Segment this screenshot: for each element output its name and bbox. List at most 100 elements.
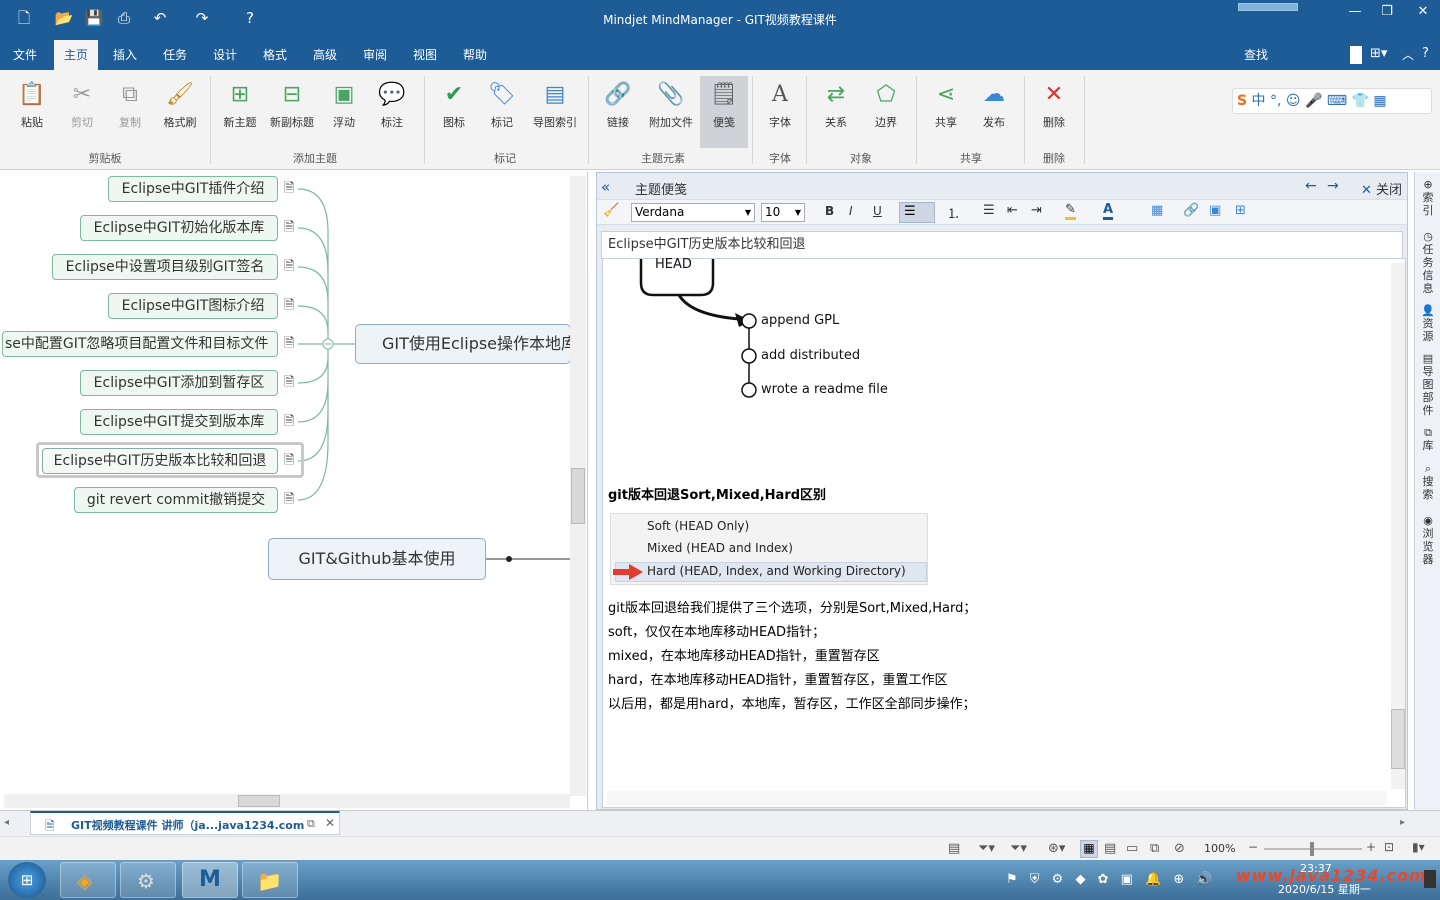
image-icon[interactable]: ▣ xyxy=(1209,203,1221,218)
taskbar-mindmanager-icon[interactable]: M xyxy=(182,862,238,898)
new-topic-button[interactable]: ⊞ 新主题 xyxy=(216,76,264,148)
font-button[interactable]: A 字体 xyxy=(756,76,804,148)
map-index-button[interactable]: ▤ 导图索引 xyxy=(528,76,582,148)
note-indicator-icon[interactable]: 🗎 xyxy=(284,182,298,196)
subtopic-node[interactable]: Eclipse中GIT添加到暂存区 xyxy=(80,370,278,396)
mindmap-canvas[interactable]: Eclipse中GIT插件介绍 Eclipse中GIT初始化版本库 Eclips… xyxy=(0,172,588,810)
taskbar-explorer-icon[interactable]: 📁 xyxy=(242,862,298,898)
restore-icon[interactable]: ❐ xyxy=(1372,4,1402,19)
system-tray-icons[interactable]: ⚑ ⛨ ⚙ ◆ ✿ ▣ 🔔 ⊕ 🔊 xyxy=(1006,872,1217,887)
note-indicator-icon[interactable]: 🗎 xyxy=(284,493,298,507)
format-painter-button[interactable]: 🖌 格式刷 xyxy=(156,76,204,148)
note-indicator-icon[interactable]: 🗎 xyxy=(284,260,298,274)
vertical-scrollbar[interactable] xyxy=(570,176,586,796)
document-tab[interactable]: 🗎 GIT视频教程课件 讲师（ja...java1234.com ⧉ ✕ xyxy=(30,811,340,835)
tab-review[interactable]: 审阅 xyxy=(354,40,396,70)
outline-view-icon[interactable]: ▤ xyxy=(948,841,960,856)
attach-icon[interactable]: ⊘ xyxy=(1174,841,1185,856)
close-notes-button[interactable]: ✕ 关闭 xyxy=(1361,179,1402,198)
tags-button[interactable]: 🏷 标记 xyxy=(478,76,526,148)
sidebar-item-search[interactable]: ⌕ 搜索 xyxy=(1419,462,1437,501)
zoom-slider[interactable] xyxy=(1264,842,1362,856)
show-desktop-button[interactable] xyxy=(1424,870,1436,888)
editor-vertical-scrollbar[interactable] xyxy=(1391,263,1405,789)
fit-map-icon[interactable]: ⊡ xyxy=(1384,840,1394,854)
close-window-icon[interactable]: ✕ xyxy=(1408,4,1438,19)
map-view-icon[interactable]: ▦ xyxy=(1080,840,1098,858)
note-indicator-icon[interactable]: 🗎 xyxy=(284,221,298,235)
font-name-select[interactable]: Verdana ▼ xyxy=(631,203,755,222)
subtopic-node[interactable]: Eclipse中设置项目级别GIT签名 xyxy=(52,254,278,280)
sidebar-item-library[interactable]: ⧉ 库 xyxy=(1419,426,1437,452)
scroll-tabs-right-icon[interactable]: ▸ xyxy=(1400,817,1405,828)
ime-toolbar[interactable]: S 中 °, ☺ 🎤 ⌨ 👕 ▦ xyxy=(1232,88,1432,114)
cut-button[interactable]: ✂ 剪切 xyxy=(58,76,106,148)
doc-icon[interactable] xyxy=(1350,46,1362,64)
panel-toggle-icon[interactable]: ▮▾ xyxy=(1412,840,1425,854)
zoom-in-icon[interactable]: + xyxy=(1366,840,1376,854)
layout-icon[interactable]: ⊞▾ xyxy=(1370,46,1387,61)
attachment-button[interactable]: 📎 附加文件 xyxy=(644,76,698,148)
font-color-icon[interactable]: A xyxy=(1103,202,1114,220)
delete-button[interactable]: ✕ 删除 xyxy=(1030,76,1078,148)
font-size-select[interactable]: 10 ▼ xyxy=(761,203,805,222)
note-indicator-icon[interactable]: 🗎 xyxy=(284,415,298,429)
new-subtopic-button[interactable]: ⊟ 新副标题 xyxy=(266,76,318,148)
taskbar-app-icon[interactable]: ⚙ xyxy=(120,862,176,898)
bold-button[interactable]: B xyxy=(825,204,834,218)
sidebar-item-map-parts[interactable]: ▤ 导图部件 xyxy=(1419,352,1437,417)
underline-button[interactable]: U xyxy=(873,204,882,218)
tab-file[interactable]: 文件 xyxy=(4,40,46,70)
icons-button[interactable]: ✔ 图标 xyxy=(430,76,478,148)
zoom-slider-thumb[interactable] xyxy=(1310,842,1314,856)
share-button[interactable]: ⋖ 共享 xyxy=(922,76,970,148)
tab-view[interactable]: 视图 xyxy=(404,40,446,70)
paste-button[interactable]: 📋 粘贴 xyxy=(8,76,56,148)
minimize-icon[interactable]: — xyxy=(1340,4,1370,19)
note-indicator-icon[interactable]: 🗎 xyxy=(284,454,298,468)
tab-help[interactable]: 帮助 xyxy=(454,40,496,70)
note-indicator-icon[interactable]: 🗎 xyxy=(284,337,298,351)
subtopic-node[interactable]: Eclipse中GIT初始化版本库 xyxy=(80,215,278,241)
tab-design[interactable]: 设计 xyxy=(204,40,246,70)
scrollbar-thumb[interactable] xyxy=(1391,709,1405,769)
note-button[interactable]: 🗒 便笺 xyxy=(700,76,748,148)
table-icon[interactable]: ▦ xyxy=(1151,203,1163,218)
scrollbar-thumb[interactable] xyxy=(238,795,280,807)
tab-task[interactable]: 任务 xyxy=(154,40,196,70)
scroll-tabs-left-icon[interactable]: ◂ xyxy=(4,817,9,828)
links-icon[interactable]: ⧉ xyxy=(1150,841,1159,856)
relationship-button[interactable]: ⇄ 关系 xyxy=(812,76,860,148)
subtopic-node[interactable]: se中配置GIT忽略项目配置文件和目标文件 xyxy=(2,331,278,357)
subtopic-node[interactable]: Eclipse中GIT图标介绍 xyxy=(108,293,278,319)
align-left-button[interactable]: ☰ xyxy=(899,202,935,223)
outdent-icon[interactable]: ⇤ xyxy=(1007,203,1018,218)
central-topic-node[interactable]: GIT使用Eclipse操作本地库 xyxy=(355,324,571,364)
taskbar-app-icon[interactable]: ◈ xyxy=(60,862,116,898)
highlight-color-icon[interactable]: ✎ xyxy=(1065,202,1076,220)
copy-button[interactable]: ⧉ 复制 xyxy=(106,76,154,148)
numbered-list-icon[interactable]: ⒈ xyxy=(947,203,960,222)
subtopic-node[interactable]: git revert commit撤销提交 xyxy=(74,487,278,513)
editor-horizontal-scrollbar[interactable] xyxy=(607,791,1387,805)
search-label[interactable]: 查找 xyxy=(1236,40,1276,70)
tab-advanced[interactable]: 高级 xyxy=(304,40,346,70)
zoom-out-icon[interactable]: − xyxy=(1248,840,1258,854)
collapse-pane-icon[interactable]: « xyxy=(601,178,610,196)
publish-button[interactable]: ☁ 发布 xyxy=(970,76,1018,148)
boundary-button[interactable]: ⬠ 边界 xyxy=(862,76,910,148)
filter-options-icon[interactable]: ⏷▾ xyxy=(1010,841,1027,856)
horizontal-scrollbar[interactable] xyxy=(4,794,570,808)
indent-icon[interactable]: ⇥ xyxy=(1031,203,1042,218)
question-icon[interactable]: ? xyxy=(1422,46,1429,61)
sidebar-item-resources[interactable]: 👤 资源 xyxy=(1419,304,1437,343)
main-topic-node[interactable]: GIT&Github基本使用 xyxy=(268,538,486,580)
next-note-icon[interactable]: → xyxy=(1327,178,1339,194)
subtopic-node[interactable]: Eclipse中GIT提交到版本库 xyxy=(80,409,278,435)
subtopic-node[interactable]: Eclipse中GIT插件介绍 xyxy=(108,176,278,202)
sidebar-item-browser[interactable]: ◉ 浏览器 xyxy=(1419,514,1437,566)
start-button[interactable]: ⊞ xyxy=(8,862,46,898)
scrollbar-thumb[interactable] xyxy=(571,468,585,524)
bullet-list-icon[interactable]: ☰ xyxy=(983,203,995,218)
italic-button[interactable]: I xyxy=(849,204,853,218)
